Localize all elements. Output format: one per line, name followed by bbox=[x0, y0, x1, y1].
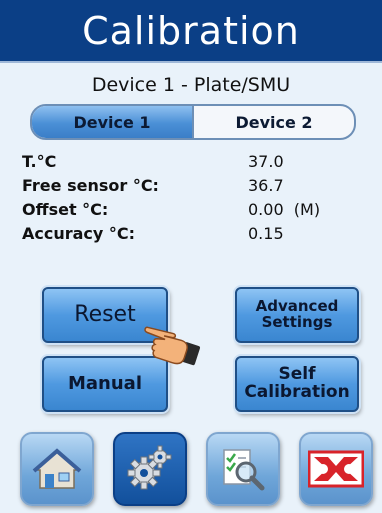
reading-row-free-sensor: Free sensor °C: 36.7 bbox=[22, 176, 362, 200]
manual-button-label: Manual bbox=[67, 372, 142, 394]
reading-row-temperature: T.°C 37.0 bbox=[22, 152, 362, 176]
reading-label: Accuracy °C: bbox=[22, 224, 136, 243]
reading-value: 36.7 bbox=[248, 176, 284, 195]
self-calibration-label: Self Calibration bbox=[244, 364, 350, 402]
readings-panel: T.°C 37.0 Free sensor °C: 36.7 Offset °C… bbox=[22, 152, 362, 248]
device-tabs: Device 1 Device 2 bbox=[30, 104, 356, 140]
reading-value: 0.00 (M) bbox=[248, 200, 321, 219]
pointing-hand-icon bbox=[144, 326, 201, 366]
reading-row-offset: Offset °C: 0.00 (M) bbox=[22, 200, 362, 224]
page-title: Calibration bbox=[82, 8, 300, 53]
reading-value: 0.15 bbox=[248, 224, 284, 243]
device-title: Device 1 - Plate/SMU bbox=[91, 74, 291, 96]
home-icon bbox=[32, 448, 82, 489]
reading-row-accuracy: Accuracy °C: 0.15 bbox=[22, 224, 362, 248]
nav-settings-button[interactable] bbox=[113, 432, 187, 506]
tab-device-1[interactable]: Device 1 bbox=[32, 106, 194, 138]
reading-value: 37.0 bbox=[248, 152, 284, 171]
logo-icon bbox=[308, 450, 364, 488]
reset-button-label: Reset bbox=[74, 302, 136, 328]
reading-label: Offset °C: bbox=[22, 200, 109, 219]
nav-log-button[interactable] bbox=[206, 432, 280, 506]
self-calibration-button[interactable]: Self Calibration bbox=[235, 356, 359, 412]
reading-label: T.°C bbox=[22, 152, 57, 171]
nav-home-button[interactable] bbox=[20, 432, 94, 506]
reading-label: Free sensor °C: bbox=[22, 176, 159, 195]
header-bar: Calibration bbox=[0, 0, 382, 63]
nav-logo-button[interactable] bbox=[299, 432, 373, 506]
advanced-settings-button[interactable]: Advanced Settings bbox=[235, 287, 359, 343]
advanced-settings-label: Advanced Settings bbox=[255, 297, 339, 331]
gears-icon bbox=[127, 445, 172, 490]
tab-device-2[interactable]: Device 2 bbox=[194, 106, 354, 138]
checklist-search-icon bbox=[223, 449, 265, 491]
